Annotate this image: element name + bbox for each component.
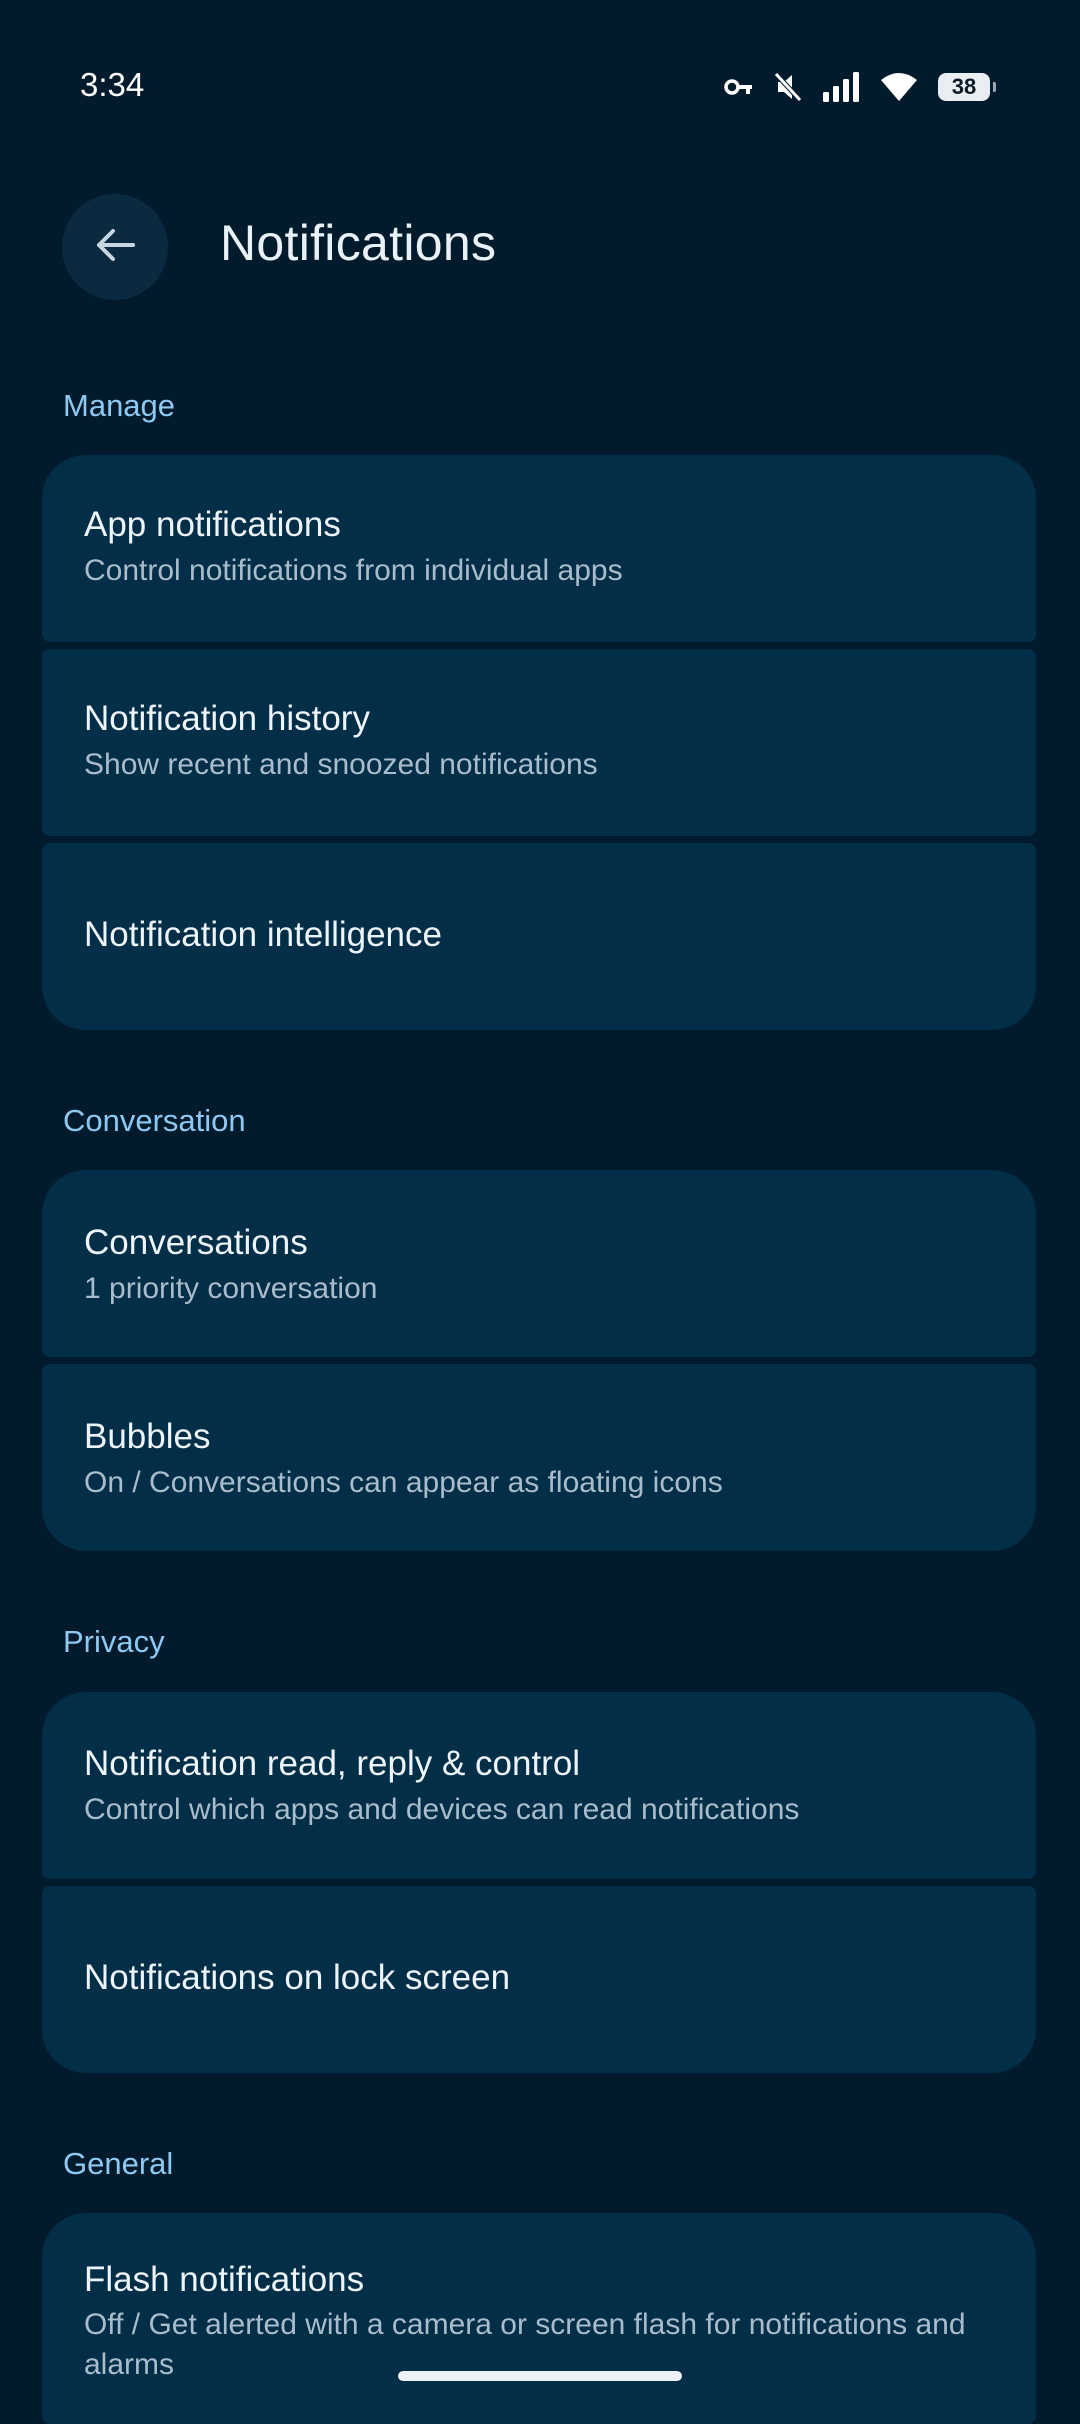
item-title: App notifications [84, 505, 341, 544]
item-subtitle: Control which apps and devices can read … [84, 1793, 800, 1826]
signal-icon [822, 72, 860, 102]
item-title: Flash notifications [84, 2260, 365, 2299]
arrow-left-icon [93, 223, 137, 272]
app-notifications-item[interactable]: App notifications Control notifications … [42, 455, 1036, 642]
item-title: Conversations [84, 1223, 308, 1262]
notification-intelligence-item[interactable]: Notification intelligence [42, 843, 1036, 1030]
notifications-on-lock-screen-item[interactable]: Notifications on lock screen [42, 1886, 1036, 2073]
item-subtitle: On / Conversations can appear as floatin… [84, 1466, 723, 1499]
item-title: Bubbles [84, 1417, 211, 1456]
section-header-manage: Manage [63, 388, 176, 423]
section-header-conversation: Conversation [63, 1103, 246, 1138]
back-button[interactable] [62, 194, 168, 300]
vpn-key-icon [724, 76, 754, 98]
conversations-item[interactable]: Conversations 1 priority conversation [42, 1170, 1036, 1357]
item-subtitle: Control notifications from individual ap… [84, 554, 623, 587]
status-time: 3:34 [80, 66, 145, 103]
battery-level: 38 [951, 74, 977, 99]
page-title: Notifications [220, 215, 497, 271]
battery-icon: 38 [938, 73, 996, 101]
status-bar: 3:34 38 [0, 0, 1080, 130]
wifi-icon [880, 72, 918, 102]
mute-icon [774, 72, 802, 102]
section-header-privacy: Privacy [63, 1624, 165, 1659]
item-title: Notifications on lock screen [84, 1958, 511, 1997]
flash-notifications-item[interactable]: Flash notifications Off / Get alerted wi… [42, 2213, 1036, 2424]
item-subtitle: 1 priority conversation [84, 1272, 378, 1305]
bubbles-item[interactable]: Bubbles On / Conversations can appear as… [42, 1364, 1036, 1551]
item-title: Notification history [84, 699, 370, 738]
notification-read-reply-control-item[interactable]: Notification read, reply & control Contr… [42, 1692, 1036, 1879]
item-subtitle: Show recent and snoozed notifications [84, 748, 598, 781]
section-header-general: General [63, 2146, 174, 2181]
item-title: Notification intelligence [84, 915, 442, 954]
home-indicator[interactable] [398, 2371, 682, 2381]
item-title: Notification read, reply & control [84, 1744, 581, 1783]
notification-history-item[interactable]: Notification history Show recent and sno… [42, 649, 1036, 836]
status-icons: 38 [724, 70, 996, 104]
